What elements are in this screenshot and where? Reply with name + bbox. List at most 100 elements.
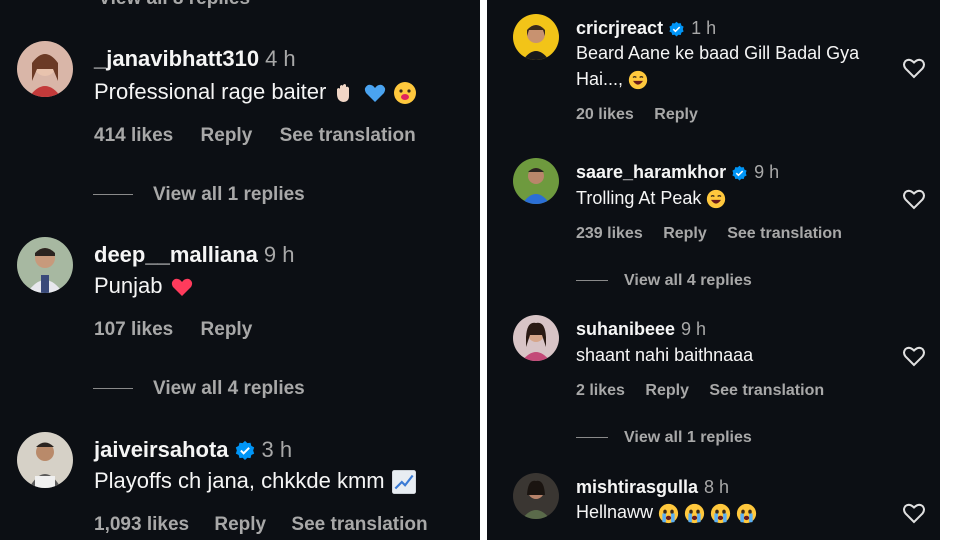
reply-button[interactable]: Reply — [663, 225, 707, 242]
view-replies-link[interactable]: View all 4 replies — [576, 272, 752, 290]
avatar[interactable] — [17, 237, 73, 293]
view-replies-label: View all 4 replies — [153, 378, 305, 399]
username[interactable]: saare_haramkhor — [576, 162, 726, 182]
username[interactable]: suhanibeee — [576, 319, 675, 339]
like-heart-icon[interactable] — [902, 502, 926, 524]
reply-button[interactable]: Reply — [645, 382, 689, 399]
see-translation-link[interactable]: See translation — [709, 382, 824, 399]
comment-text: Beard Aane ke baad Gill Badal Gya — [576, 43, 859, 64]
comment-actions: 239 likes Reply See translation — [576, 225, 842, 243]
divider-line — [93, 388, 133, 390]
view-replies-link[interactable]: View all 8 replies — [93, 0, 250, 10]
timestamp: 9 h — [263, 242, 295, 267]
laughing-face-icon — [707, 190, 726, 209]
verified-badge-icon — [669, 21, 684, 37]
username[interactable]: jaiveirsahota — [94, 437, 229, 462]
likes-count[interactable]: 107 likes — [94, 319, 173, 340]
comment-body: Punjab — [94, 273, 163, 298]
chart-increasing-icon — [391, 470, 416, 495]
comment-actions: 1,093 likes Reply See translation — [94, 514, 428, 536]
hand-icon — [337, 84, 350, 103]
right-comments-panel: cricrjreact 1 h Beard Aane ke baad Gill B… — [487, 0, 940, 540]
timestamp: 9 h — [681, 319, 707, 339]
comment-header: mishtirasgulla 8 h — [576, 477, 729, 498]
comment-body: Playoffs ch jana, chkkde kmm — [94, 468, 385, 493]
comment-text-line2: Hai..., — [576, 69, 648, 90]
divider-line — [93, 194, 133, 196]
username[interactable]: deep__malliana — [94, 242, 258, 267]
like-heart-icon[interactable] — [902, 345, 926, 367]
comment-header: _janavibhatt310 4 h — [94, 46, 296, 72]
crying-face-icon — [658, 503, 679, 523]
crying-face-icon — [710, 503, 731, 523]
likes-count[interactable]: 2 likes — [576, 382, 625, 399]
comment-text: shaant nahi baithnaaa — [576, 345, 753, 366]
comment-body: Hai..., — [576, 69, 624, 89]
timestamp: 4 h — [265, 46, 296, 71]
see-translation-link[interactable]: See translation — [280, 125, 416, 146]
view-replies-label: View all 4 replies — [624, 272, 752, 289]
like-heart-icon[interactable] — [902, 57, 926, 79]
view-replies-label: View all 8 replies — [98, 0, 250, 9]
like-heart-icon[interactable] — [902, 188, 926, 210]
avatar[interactable] — [513, 14, 559, 60]
avatar[interactable] — [513, 315, 559, 361]
reply-button[interactable]: Reply — [654, 106, 698, 123]
comment-header: jaiveirsahota 3 h — [94, 437, 292, 463]
blue-heart-icon — [364, 84, 385, 103]
timestamp: 3 h — [261, 437, 293, 462]
view-replies-label: View all 1 replies — [153, 184, 305, 205]
likes-count[interactable]: 414 likes — [94, 125, 173, 146]
see-translation-link[interactable]: See translation — [291, 514, 427, 535]
comment-body: Hellnaww — [576, 502, 654, 522]
reply-button[interactable]: Reply — [201, 319, 253, 340]
divider-line — [576, 437, 608, 439]
left-comments-panel: View all 8 replies _janavibhatt3104 h Pr… — [0, 0, 480, 540]
reply-button[interactable]: Reply — [201, 125, 253, 146]
verified-badge-icon — [235, 441, 254, 461]
comment-header: deep__malliana 9 h — [94, 242, 294, 268]
comment-actions: 414 likes Reply See translation — [94, 125, 416, 147]
comment-actions: 20 likes Reply — [576, 106, 698, 124]
username[interactable]: cricrjreact — [576, 18, 663, 38]
timestamp: 8 h — [704, 477, 730, 497]
comment-body: Professional rage baiter — [94, 79, 327, 104]
timestamp: 1 h — [691, 18, 717, 38]
avatar[interactable] — [17, 41, 73, 97]
likes-count[interactable]: 20 likes — [576, 106, 634, 123]
avatar[interactable] — [513, 473, 559, 519]
comment-body: Beard Aane ke baad Gill Badal Gya — [576, 43, 860, 63]
comment-text: Professional rage baiter — [94, 79, 417, 105]
see-translation-link[interactable]: See translation — [727, 225, 842, 242]
avatar[interactable] — [513, 158, 559, 204]
verified-badge-icon — [732, 165, 747, 181]
view-replies-link[interactable]: View all 1 replies — [576, 429, 752, 447]
comment-actions: 2 likes Reply See translation — [576, 382, 824, 400]
timestamp: 9 h — [754, 162, 780, 182]
username[interactable]: _janavibhatt310 — [94, 46, 259, 71]
username[interactable]: mishtirasgulla — [576, 477, 698, 497]
view-replies-link[interactable]: View all 1 replies — [93, 184, 305, 206]
likes-count[interactable]: 1,093 likes — [94, 514, 189, 535]
comment-text: Playoffs ch jana, chkkde kmm — [94, 468, 417, 495]
divider-line — [576, 280, 608, 282]
comment-header: cricrjreact 1 h — [576, 18, 716, 39]
likes-count[interactable]: 239 likes — [576, 225, 643, 242]
comment-header: saare_haramkhor 9 h — [576, 162, 779, 183]
red-heart-icon — [171, 278, 192, 297]
comment-body: Trolling At Peak — [576, 188, 702, 208]
comment-header: suhanibeee 9 h — [576, 319, 706, 340]
comment-body: shaant nahi baithnaaa — [576, 345, 754, 365]
comment-text: Punjab — [94, 273, 195, 299]
reply-button[interactable]: Reply — [214, 514, 266, 535]
comment-text: Hellnaww — [576, 502, 757, 524]
comment-actions: 107 likes Reply — [94, 319, 252, 341]
crying-face-icon — [736, 503, 757, 523]
view-replies-label: View all 1 replies — [624, 429, 752, 446]
smile-face-icon — [393, 82, 416, 105]
avatar[interactable] — [17, 432, 73, 488]
comment-text: Trolling At Peak — [576, 188, 726, 209]
view-replies-link[interactable]: View all 4 replies — [93, 378, 305, 400]
crying-face-icon — [684, 503, 705, 523]
laughing-face-icon — [628, 71, 648, 90]
